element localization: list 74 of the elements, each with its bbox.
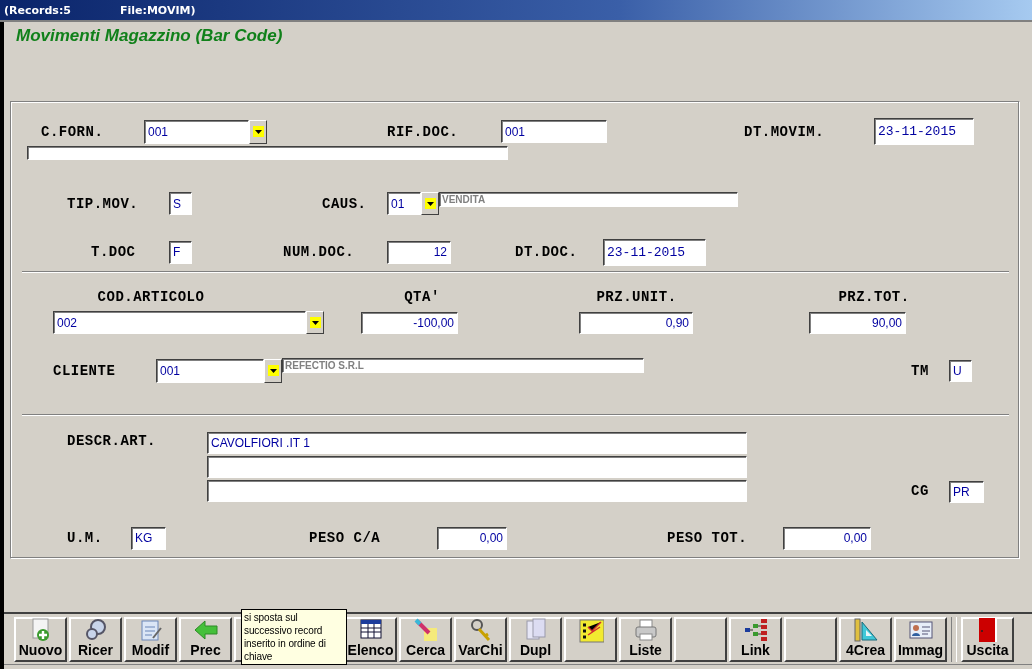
field-label: PESO TOT. — [667, 530, 749, 546]
field-label: U.M. — [67, 530, 104, 546]
field-label: PESO C/A — [309, 530, 382, 546]
checklist-icon — [577, 618, 604, 643]
input-field[interactable]: 90,00 — [809, 311, 906, 334]
field-label: PRZ.UNIT. — [595, 289, 678, 305]
field-label: CG — [911, 483, 930, 499]
toolbar-button[interactable]: Cerca — [399, 616, 452, 662]
toolbar-button[interactable] — [564, 616, 617, 662]
toolbar-button[interactable] — [674, 616, 727, 662]
toolbar-button[interactable] — [784, 616, 837, 662]
input-field[interactable] — [207, 456, 747, 478]
toolbar-button[interactable]: VarChi — [454, 616, 507, 662]
input-field[interactable]: 0,00 — [437, 526, 507, 550]
toolbar-button[interactable]: Dupl — [509, 616, 562, 662]
input-field[interactable]: 001 — [501, 120, 607, 143]
field-label: T.DOC — [91, 244, 137, 260]
input-field[interactable]: S — [169, 192, 192, 215]
field-label: DT.DOC. — [515, 244, 579, 260]
field-label: RIF.DOC. — [387, 123, 460, 140]
toolbar-button[interactable]: Ricer — [69, 616, 122, 662]
combo-field[interactable]: 01 — [387, 192, 421, 215]
input-field[interactable] — [207, 480, 747, 502]
field-label: CAUS. — [322, 195, 368, 212]
left-arrow-icon — [192, 617, 219, 642]
field-label: DT.MOVIM. — [744, 123, 826, 140]
input-field[interactable]: 23-11-2015 — [874, 118, 974, 145]
description-field: VENDITA — [439, 192, 738, 207]
field-label: PRZ.TOT. — [837, 289, 911, 305]
combo-field[interactable]: 001 — [156, 358, 264, 383]
field-label: NUM.DOC. — [283, 244, 356, 260]
input-field[interactable]: 0,00 — [783, 526, 871, 550]
field-label: TM — [911, 362, 930, 379]
toolbar-button[interactable]: 4Crea — [839, 616, 892, 662]
field-label: TIP.MOV. — [67, 195, 140, 212]
description-field: REFECTIO S.R.L — [282, 358, 644, 373]
input-field[interactable]: 12 — [387, 240, 451, 264]
toolbar-button[interactable]: Link — [729, 616, 782, 662]
toolbar-button[interactable]: Uscita — [961, 616, 1014, 662]
form-title: Movimenti Magazzino (Bar Code) — [15, 25, 283, 46]
input-field[interactable]: KG — [131, 526, 166, 550]
toolbar-button[interactable]: Prec — [179, 616, 232, 662]
marker-icon — [412, 617, 439, 642]
input-field[interactable]: 0,90 — [579, 311, 693, 334]
hierarchy-icon — [742, 617, 769, 642]
dropdown-button[interactable] — [249, 119, 267, 144]
field-label: DESCR.ART. — [67, 433, 157, 449]
input-field[interactable]: CAVOLFIORI .IT 1 — [207, 432, 747, 454]
toolbar-button[interactable]: Liste — [619, 616, 672, 662]
toolbar-button[interactable]: Modif — [124, 616, 177, 662]
toolbar-button[interactable]: Elenco — [344, 616, 397, 662]
field-label: C.FORN. — [41, 123, 105, 140]
field-label: COD.ARTICOLO — [96, 289, 206, 305]
toolbar-button[interactable]: Immag — [894, 616, 947, 662]
tooltip: si sposta sul successivo record inserito in ordine di chiave — [241, 609, 347, 665]
field-label: QTA' — [403, 289, 441, 305]
dropdown-button[interactable] — [306, 311, 324, 334]
record-count: (Records:5 — [4, 3, 72, 17]
dropdown-button[interactable] — [421, 192, 439, 215]
toolbar-button[interactable]: Nuovo — [14, 616, 67, 662]
table-icon — [357, 617, 384, 642]
input-field[interactable]: PR — [949, 481, 984, 503]
input-field[interactable]: -100,00 — [361, 311, 458, 334]
ruler-triangle-icon — [852, 617, 879, 642]
input-field[interactable]: 23-11-2015 — [603, 238, 706, 266]
input-field[interactable] — [27, 146, 508, 160]
input-field[interactable]: F — [169, 240, 192, 264]
printer-icon — [632, 617, 659, 642]
combo-field[interactable]: 001 — [144, 119, 249, 144]
combo-field[interactable]: 002 — [53, 311, 306, 334]
field-label: CLIENTE — [53, 362, 117, 379]
file-name: File:MOVIM) — [120, 3, 196, 17]
dropdown-button[interactable] — [264, 358, 282, 383]
input-field[interactable]: U — [949, 359, 972, 382]
